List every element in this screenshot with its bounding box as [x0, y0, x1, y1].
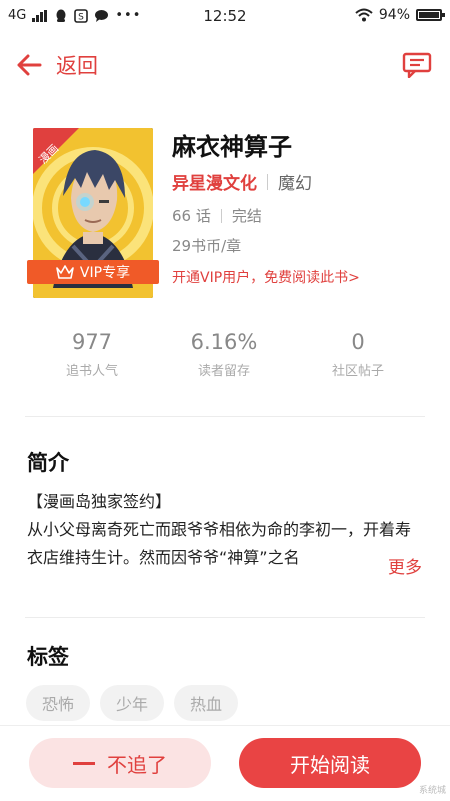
vip-badge: VIP专享 [27, 260, 159, 284]
top-nav: 返回 [0, 42, 450, 90]
start-reading-label: 开始阅读 [290, 752, 370, 777]
chapter-count: 66 话 [172, 207, 211, 225]
vip-upgrade-link[interactable]: 开通VIP用户，免费阅读此书> [172, 267, 360, 287]
intro-body: 【漫画岛独家签约】 从小父母离奇死亡而跟爷爷相依为命的李初一，开着寿衣店维持生计… [27, 492, 412, 567]
start-reading-button[interactable]: 开始阅读 [239, 738, 421, 788]
tag-list: 恐怖 少年 热血 [26, 685, 238, 721]
genre-label: 魔幻 [278, 174, 312, 194]
status-bar: 4G S ••• 12:52 94% [0, 0, 450, 32]
crown-icon [56, 265, 74, 279]
stat-label: 追书人气 [65, 364, 118, 379]
divider [220, 208, 222, 223]
battery-percent: 94% [378, 7, 410, 23]
stat-value: 6.16% [190, 330, 258, 354]
tags-title: 标签 [27, 645, 69, 669]
bottom-action-bar: 不追了 开始阅读 [0, 725, 450, 801]
tag-item[interactable]: 热血 [174, 685, 238, 721]
stat-posts[interactable]: 0 社区帖子 [283, 330, 433, 379]
vip-badge-label: VIP专享 [79, 265, 131, 281]
more-button[interactable]: 更多 [386, 553, 422, 578]
intro-text[interactable]: 【漫画岛独家签约】 从小父母离奇死亡而跟爷爷相依为命的李初一，开着寿衣店维持生计… [27, 488, 422, 572]
back-button[interactable]: 返回 [16, 50, 98, 80]
section-divider [25, 416, 425, 417]
price-label: 29书币/章 [172, 237, 242, 255]
wifi-icon [355, 8, 373, 22]
book-status: 完结 [231, 207, 262, 225]
tag-item[interactable]: 恐怖 [26, 685, 90, 721]
divider [267, 173, 268, 190]
stat-value: 977 [71, 330, 113, 354]
stats-row: 977 追书人气 6.16% 读者留存 0 社区帖子 [0, 330, 450, 390]
stat-label: 读者留存 [197, 364, 250, 379]
stat-retention: 6.16% 读者留存 [149, 330, 299, 379]
author-link[interactable]: 异星漫文化 [172, 169, 257, 194]
watermark: 系统城 [418, 786, 446, 796]
section-divider [25, 617, 425, 618]
intro-title: 简介 [27, 451, 69, 475]
book-title: 麻衣神算子 [172, 133, 292, 161]
arrow-left-icon [17, 54, 42, 76]
back-label: 返回 [56, 54, 98, 78]
stat-value: 0 [351, 330, 365, 354]
tag-item[interactable]: 少年 [100, 685, 164, 721]
author-genre: 异星漫文化 魔幻 [172, 169, 312, 194]
comment-icon[interactable] [402, 52, 432, 78]
stat-popularity: 977 追书人气 [17, 330, 167, 379]
battery-icon [416, 9, 445, 21]
book-info: 漫画 VIP专享 麻衣神算子 异星漫文化 魔幻 66 话 完结 29书币/章 开… [0, 125, 450, 305]
stat-label: 社区帖子 [331, 364, 384, 379]
unfollow-label: 不追了 [107, 752, 167, 777]
minus-icon [73, 761, 95, 765]
unfollow-button[interactable]: 不追了 [29, 738, 211, 788]
status-right: 94% [355, 7, 445, 23]
chapter-status: 66 话 完结 [172, 205, 262, 226]
